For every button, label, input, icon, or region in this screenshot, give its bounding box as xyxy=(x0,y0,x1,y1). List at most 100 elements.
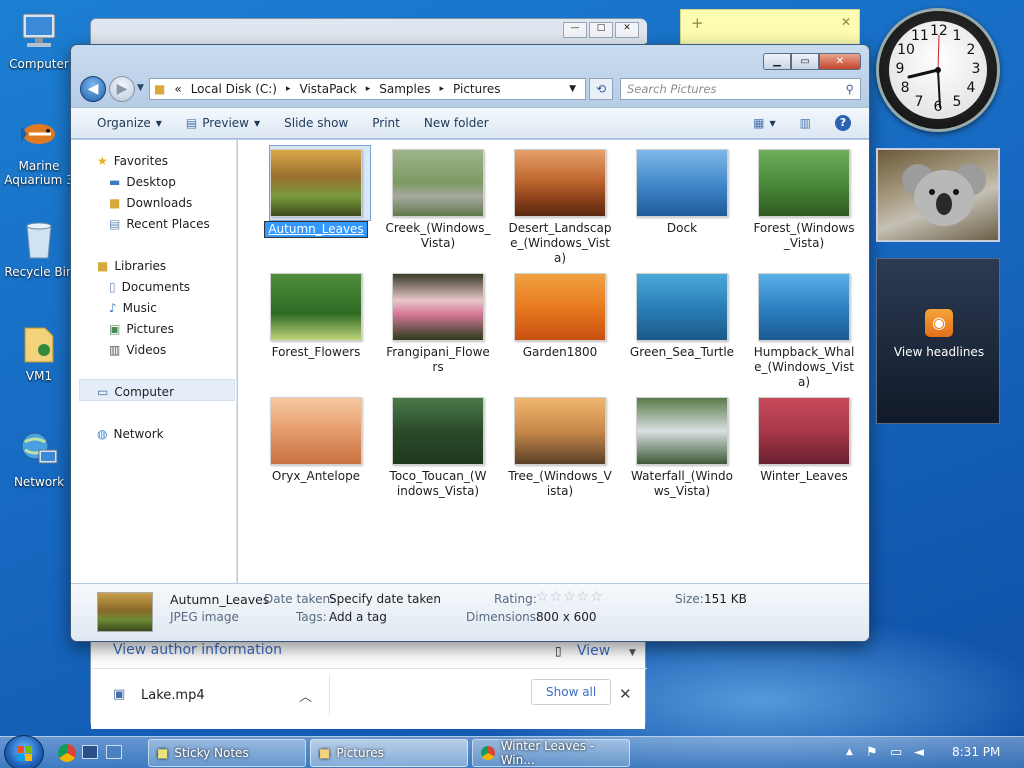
breadcrumb-arrow-icon[interactable]: ▸ xyxy=(439,84,444,94)
add-note-icon[interactable]: + xyxy=(691,14,704,32)
explorer-window[interactable]: ▁ ▭ ✕ ◀ ▶ ▼ ■ « Local Disk (C:) ▸ VistaP… xyxy=(70,44,870,642)
rename-input[interactable]: Autumn_Leaves xyxy=(264,221,368,238)
desktop-icon-vm1[interactable]: VM1 xyxy=(4,322,74,383)
slideshow-gadget-koala-photo[interactable] xyxy=(876,148,1000,242)
breadcrumb-arrow-icon[interactable]: ▸ xyxy=(366,84,371,94)
recent-pages-chevron-icon[interactable]: ▼ xyxy=(137,83,144,93)
slide-show-button[interactable]: Slide show xyxy=(272,116,360,130)
rating-stars[interactable]: ☆☆☆☆☆ xyxy=(536,589,604,605)
action-center-flag-icon[interactable]: ⚑ xyxy=(866,745,878,760)
sticky-note[interactable]: + ✕ xyxy=(680,9,860,45)
preview-button[interactable]: ▤ Preview ▼ xyxy=(174,116,272,130)
minimize-button[interactable]: ▁ xyxy=(763,53,791,70)
taskbar-item-sticky-notes[interactable]: ■ Sticky Notes xyxy=(148,739,306,767)
file-item[interactable]: Toco_Toucan_(W indows_Vista) xyxy=(377,393,499,499)
back-button[interactable]: ◀ xyxy=(80,76,106,102)
nav-downloads[interactable]: ■ Downloads xyxy=(109,196,192,210)
volume-muted-icon[interactable]: ◄ xyxy=(914,745,924,760)
download-filename[interactable]: Lake.mp4 xyxy=(141,688,205,703)
browser-window-controls: — □ ✕ xyxy=(563,22,639,38)
file-item[interactable]: Tree_(Windows_V ista) xyxy=(499,393,621,499)
tags-value[interactable]: Add a tag xyxy=(329,610,387,624)
close-button[interactable]: ✕ xyxy=(819,53,861,70)
show-all-button[interactable]: Show all xyxy=(531,679,612,705)
desktop-icon-computer[interactable]: Computer xyxy=(4,10,74,71)
file-item[interactable]: Humpback_Whal e_(Windows_Vist a) xyxy=(743,269,865,390)
taskbar-item-pictures[interactable]: ■ Pictures xyxy=(310,739,468,767)
breadcrumb-prefix[interactable]: « xyxy=(174,82,181,96)
file-item[interactable]: Forest_Flowers xyxy=(255,269,377,360)
view-headlines-label[interactable]: View headlines xyxy=(877,345,1001,359)
search-input[interactable]: Search Pictures ⚲ xyxy=(620,78,861,100)
desktop-icon-network[interactable]: Network xyxy=(4,428,74,489)
address-bar[interactable]: ■ « Local Disk (C:) ▸ VistaPack ▸ Sample… xyxy=(149,78,586,100)
maximize-icon[interactable]: □ xyxy=(589,22,613,38)
breadcrumb-vistapack[interactable]: VistaPack xyxy=(300,82,357,96)
help-button[interactable]: ? xyxy=(823,115,863,131)
close-icon[interactable]: ✕ xyxy=(619,685,632,703)
nav-documents[interactable]: ▯ Documents xyxy=(109,280,190,294)
taskbar-clock[interactable]: 8:31 PM xyxy=(952,745,1000,759)
feed-headlines-gadget[interactable]: ◉ View headlines xyxy=(876,258,1000,424)
file-item[interactable]: Winter_Leaves xyxy=(743,393,865,484)
documents-icon: ▯ xyxy=(109,280,116,294)
nav-label: Downloads xyxy=(126,196,193,210)
clock-gadget[interactable]: 12 1 2 3 4 5 6 7 8 9 10 11 xyxy=(876,8,1000,132)
date-taken-value[interactable]: Specify date taken xyxy=(329,592,441,606)
nav-favorites[interactable]: ★ Favorites xyxy=(97,154,168,168)
start-button[interactable] xyxy=(4,735,44,768)
nav-recent-places[interactable]: ▤ Recent Places xyxy=(109,217,210,231)
file-item[interactable]: Waterfall_(Windo ws_Vista) xyxy=(621,393,743,499)
file-item[interactable]: Frangipani_Flowe rs xyxy=(377,269,499,375)
nav-desktop[interactable]: ▬ Desktop xyxy=(109,175,176,189)
organize-button[interactable]: Organize ▼ xyxy=(85,116,174,130)
nav-music[interactable]: ♪ Music xyxy=(109,301,157,315)
file-item[interactable]: Dock xyxy=(621,145,743,236)
close-icon[interactable]: ✕ xyxy=(615,22,639,38)
print-button[interactable]: Print xyxy=(360,116,412,130)
show-desktop-icon[interactable] xyxy=(82,745,98,759)
network-icon: ◍ xyxy=(97,427,108,441)
nav-network[interactable]: ◍ Network xyxy=(97,427,164,441)
preview-pane-button[interactable]: ▥ xyxy=(788,116,823,130)
file-name-label: Creek_(Windows_ xyxy=(385,221,491,235)
file-item[interactable]: Garden1800 xyxy=(499,269,621,360)
desktop-icon-recycle-bin[interactable]: Recycle Bin xyxy=(4,218,74,279)
chevron-up-icon[interactable]: ︿ xyxy=(299,686,312,705)
taskbar-item-winter-leaves[interactable]: Winter Leaves - Win... xyxy=(472,739,630,767)
file-item[interactable]: Creek_(Windows_ Vista) xyxy=(377,145,499,251)
switch-windows-icon[interactable] xyxy=(106,745,122,759)
minimize-icon[interactable]: — xyxy=(563,22,587,38)
change-view-button[interactable]: ▦ ▼ xyxy=(741,116,788,130)
nav-computer[interactable]: ▭ Computer xyxy=(97,385,174,399)
file-item[interactable]: Forest_(Windows _Vista) xyxy=(743,145,865,251)
network-tray-icon[interactable]: ▭ xyxy=(890,745,902,760)
nav-videos[interactable]: ▥ Videos xyxy=(109,343,166,357)
view-author-link[interactable]: View author information xyxy=(113,642,282,658)
close-icon[interactable]: ✕ xyxy=(841,15,851,29)
forward-button[interactable]: ▶ xyxy=(109,76,135,102)
address-dropdown-icon[interactable]: ▼ xyxy=(569,84,576,94)
breadcrumb-pictures[interactable]: Pictures xyxy=(453,82,501,96)
nav-libraries[interactable]: ■ Libraries xyxy=(97,259,166,273)
nav-pictures[interactable]: ▣ Pictures xyxy=(109,322,174,336)
desktop-icon-marine-aquarium[interactable]: Marine Aquarium 3 xyxy=(4,112,74,187)
maximize-button[interactable]: ▭ xyxy=(791,53,819,70)
refresh-button[interactable]: ⟲ xyxy=(589,78,613,100)
file-item[interactable]: Autumn_Leaves xyxy=(255,145,377,238)
view-link[interactable]: View xyxy=(577,643,610,659)
preview-label: Preview xyxy=(202,116,249,130)
clock-number: 7 xyxy=(914,93,924,110)
breadcrumb-local-disk[interactable]: Local Disk (C:) xyxy=(191,82,277,96)
breadcrumb-samples[interactable]: Samples xyxy=(379,82,430,96)
chevron-down-icon[interactable]: ▼ xyxy=(629,648,636,658)
new-folder-button[interactable]: New folder xyxy=(412,116,501,130)
desktop-icon-label: Marine Aquarium 3 xyxy=(4,159,74,187)
search-icon[interactable]: ⚲ xyxy=(846,82,854,96)
file-item[interactable]: Desert_Landscap e_(Windows_Vist a) xyxy=(499,145,621,266)
chrome-quicklaunch-icon[interactable] xyxy=(58,744,76,762)
breadcrumb-arrow-icon[interactable]: ▸ xyxy=(286,84,291,94)
file-item[interactable]: Oryx_Antelope xyxy=(255,393,377,484)
show-hidden-icons-chevron-icon[interactable]: ▲ xyxy=(846,747,853,757)
file-item[interactable]: Green_Sea_Turtle xyxy=(621,269,743,360)
